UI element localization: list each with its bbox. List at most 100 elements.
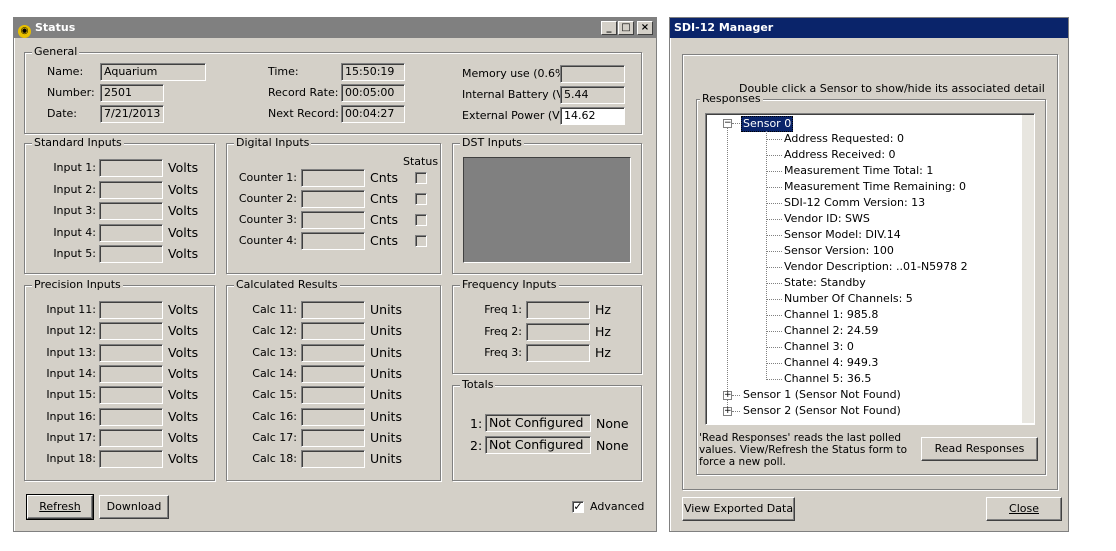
counter-field[interactable] [301,169,365,187]
sdi-titlebar[interactable]: SDI-12 Manager [670,18,1068,38]
freq-field[interactable] [526,344,590,362]
counter-field[interactable] [301,211,365,229]
standard-input-field[interactable] [99,223,163,242]
precision-input-field[interactable] [99,364,163,383]
tree-detail-item[interactable]: Measurement Time Remaining: 0 [784,180,966,194]
calc-label: Calc 18: [252,452,297,466]
tree-sensor-2[interactable]: Sensor 2 (Sensor Not Found) [743,404,901,418]
standard-inputs-title: Standard Inputs [32,136,124,150]
expand-sensor-1-icon[interactable]: + [723,391,732,400]
counter-status-checkbox[interactable] [415,193,427,205]
refresh-button[interactable]: Refresh [26,494,94,520]
freq-field[interactable] [526,322,590,341]
external-power-field[interactable]: 14.62 [560,107,625,125]
standard-input-field[interactable] [99,180,163,199]
tree-detail-item[interactable]: Address Requested: 0 [784,132,904,146]
tree-sensor-0[interactable]: Sensor 0 [741,116,794,132]
counter-label: Counter 1: [238,171,297,184]
precision-input-field[interactable] [99,322,163,341]
dst-inputs-group: DST Inputs [452,136,642,274]
standard-input-unit: Volts [168,203,199,218]
battery-field[interactable]: 5.44 [560,86,625,104]
calc-field[interactable] [301,343,365,362]
collapse-sensor-0-icon[interactable]: − [723,119,732,128]
counter-unit: Cnts [370,170,399,185]
total-1-unit: None [596,416,629,431]
memory-field[interactable] [560,65,625,83]
date-field[interactable]: 7/21/2013 [100,105,164,123]
precision-input-field[interactable] [99,301,163,319]
calc-field[interactable] [301,301,365,319]
number-field[interactable]: 2501 [100,84,164,102]
precision-input-unit: Volts [168,429,199,445]
calc-field[interactable] [301,322,365,341]
calc-field[interactable] [301,386,365,405]
tree-detail-item[interactable]: Channel 1: 985.8 [784,308,878,322]
standard-input-field[interactable] [99,159,163,177]
freq-label: Freq 3: [484,346,522,359]
tree-detail-item[interactable]: Measurement Time Total: 1 [784,164,933,178]
precision-input-field[interactable] [99,343,163,362]
precision-input-label: Input 18: [46,452,96,466]
standard-input-field[interactable] [99,245,163,263]
tree-detail-item[interactable]: Channel 3: 0 [784,340,854,354]
tree-detail-item[interactable]: State: Standby [784,276,866,290]
tree-detail-item[interactable]: Channel 2: 24.59 [784,324,878,338]
total-1-field[interactable]: Not Configured [485,414,591,432]
tree-scrollbar[interactable] [1022,115,1034,423]
counter-field[interactable] [301,232,365,250]
calculated-results-group: Calculated Results Calc 11: Units Calc 12:… [226,278,441,481]
precision-input-field[interactable] [99,428,163,447]
expand-sensor-2-icon[interactable]: + [723,407,732,416]
counter-status-checkbox[interactable] [415,235,427,247]
calc-field[interactable] [301,450,365,469]
standard-input-field[interactable] [99,202,163,220]
total-2-field[interactable]: Not Configured [485,436,591,454]
tree-detail-item[interactable]: Address Received: 0 [784,148,896,162]
read-responses-button[interactable]: Read Responses [921,437,1038,461]
counter-status-checkbox[interactable] [415,172,427,184]
record-rate-field[interactable]: 00:05:00 [341,84,405,102]
advanced-checkbox[interactable]: ✓ [572,501,584,513]
calc-unit: Units [370,302,402,317]
close-button[interactable]: Close [986,497,1062,521]
calc-label: Calc 12: [252,324,297,338]
minimize-button[interactable]: _ [601,21,617,35]
digital-inputs-group: Digital Inputs Status Counter 1: Cnts Coun… [226,136,441,274]
name-field[interactable]: Aquarium [100,63,206,81]
download-button[interactable]: Download [99,495,169,519]
tree-detail-item[interactable]: Sensor Version: 100 [784,244,894,258]
date-label: Date: [47,107,77,120]
counter-status-checkbox[interactable] [415,214,427,226]
number-label: Number: [47,86,95,99]
standard-inputs-group: Standard Inputs Input 1: Volts Input 2: Vol… [24,136,215,274]
precision-input-field[interactable] [99,407,163,426]
maximize-button[interactable]: □ [618,21,634,35]
tree-detail-item[interactable]: Sensor Model: DIV.14 [784,228,901,242]
precision-input-field[interactable] [99,450,163,469]
standard-input-label: Input 3: [53,204,96,217]
time-field[interactable]: 15:50:19 [341,63,405,81]
tree-detail-item[interactable]: Vendor ID: SWS [784,212,870,226]
tree-detail-item[interactable]: Number Of Channels: 5 [784,292,913,306]
calc-unit: Units [370,344,402,360]
view-exported-data-button[interactable]: View Exported Data [682,497,795,521]
advanced-label[interactable]: Advanced [590,500,644,514]
next-record-field[interactable]: 00:04:27 [341,105,405,123]
precision-input-field[interactable] [99,386,163,405]
tree-detail-item[interactable]: Channel 5: 36.5 [784,372,871,386]
tree-detail-item[interactable]: SDI-12 Comm Version: 13 [784,196,925,210]
sdi-outer-frame: Double click a Sensor to show/hide its a… [682,54,1058,490]
calc-field[interactable] [301,407,365,426]
calc-field[interactable] [301,428,365,447]
dst-inputs-title: DST Inputs [460,136,524,150]
calc-field[interactable] [301,364,365,383]
responses-tree[interactable]: − Sensor 0 + Sensor 1 (Sensor Not Found)… [705,113,1035,425]
counter-field[interactable] [301,190,365,208]
tree-detail-item[interactable]: Channel 4: 949.3 [784,356,878,370]
freq-field[interactable] [526,301,590,319]
status-titlebar[interactable]: ◉ Status _ □ × [14,18,656,38]
close-window-button[interactable]: × [637,21,653,35]
tree-sensor-1[interactable]: Sensor 1 (Sensor Not Found) [743,388,901,402]
tree-detail-item[interactable]: Vendor Description: ..01-N5978 2 [784,260,968,274]
